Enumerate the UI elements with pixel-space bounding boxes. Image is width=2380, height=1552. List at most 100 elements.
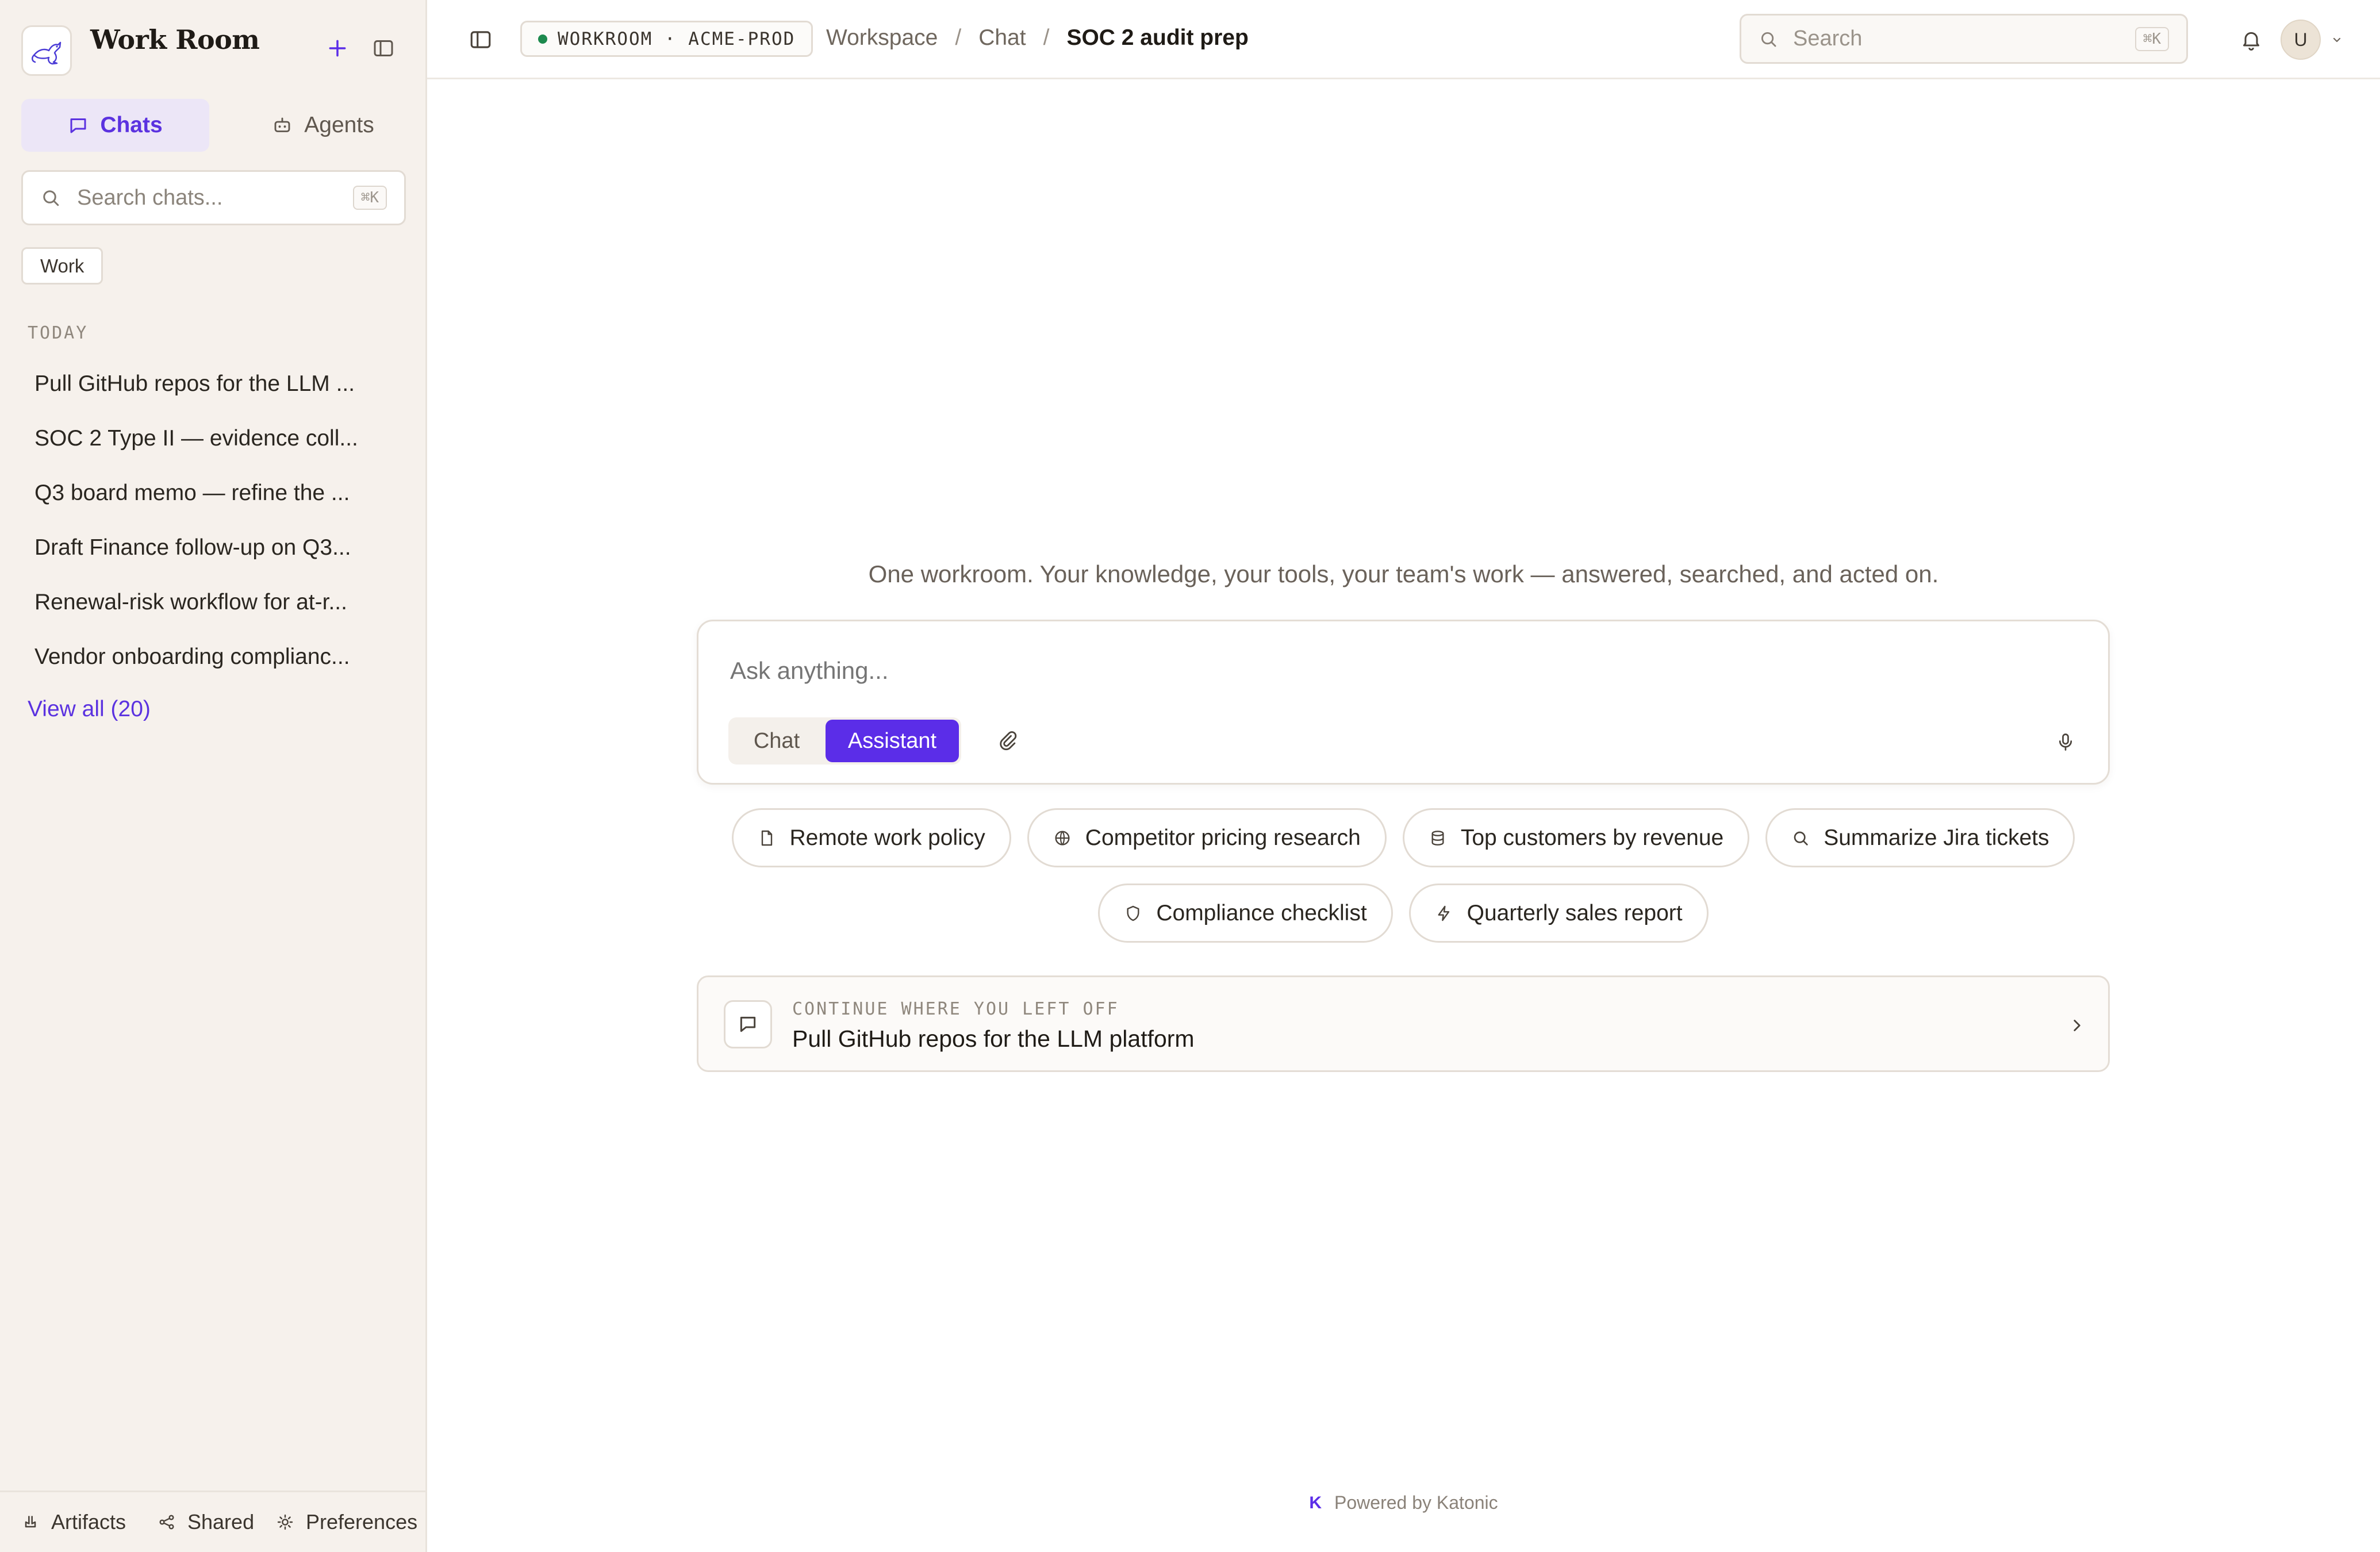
breadcrumb-chat[interactable]: Chat: [978, 25, 1026, 51]
app-title: Work Room: [90, 24, 260, 55]
bell-icon: [2243, 32, 2259, 51]
continue-card[interactable]: CONTINUE WHERE YOU LEFT OFF Pull GitHub …: [697, 975, 2110, 1072]
view-all-chats-link[interactable]: View all (20): [28, 697, 151, 722]
workspace-env-badge[interactable]: WORKROOM · ACME-PROD: [520, 21, 813, 57]
chat-search-placeholder: Search chats...: [77, 185, 223, 210]
suggestion-row: Remote work policy Competitor pricing re…: [697, 808, 2110, 867]
preferences-button[interactable]: Preferences: [276, 1510, 417, 1534]
tab-chats-label: Chats: [100, 113, 163, 137]
user-avatar[interactable]: U: [2281, 20, 2321, 60]
chat-list-item[interactable]: Pull GitHub repos for the LLM ...: [21, 356, 406, 411]
filter-chip-work[interactable]: Work: [21, 247, 103, 285]
katonic-logo-icon: K: [1309, 1493, 1322, 1512]
tab-agents-label: Agents: [304, 113, 374, 137]
kangaroo-logo-icon: [32, 41, 62, 65]
sidebar-tabs: Chats Agents: [21, 99, 406, 152]
chat-search-input[interactable]: Search chats... ⌘K: [21, 170, 406, 225]
chevron-down-icon: [2333, 37, 2341, 43]
chat-list-item[interactable]: Draft Finance follow-up on Q3...: [21, 520, 406, 575]
chat-list-item[interactable]: Vendor onboarding complianc...: [21, 629, 406, 684]
microphone-icon: [2059, 733, 2072, 751]
chat-bubble-icon: [70, 118, 86, 133]
breadcrumb-separator: /: [1043, 25, 1050, 50]
continue-card-icon-box: [724, 1000, 772, 1048]
document-icon: [761, 830, 772, 846]
chat-list: Pull GitHub repos for the LLM ... SOC 2 …: [21, 356, 406, 684]
tab-agents[interactable]: Agents: [240, 99, 406, 152]
artifacts-button[interactable]: Artifacts: [21, 1510, 126, 1534]
sidebar-panel-icon: [374, 40, 393, 56]
preferences-label: Preferences: [306, 1510, 418, 1534]
mode-assistant-button[interactable]: Assistant: [826, 720, 959, 762]
suggestion-chip[interactable]: Remote work policy: [731, 808, 1011, 867]
voice-input-button[interactable]: [2049, 726, 2082, 758]
breadcrumb-workspace[interactable]: Workspace: [826, 25, 938, 51]
notifications-button[interactable]: [2232, 21, 2270, 59]
suggestion-chips: Remote work policy Competitor pricing re…: [697, 808, 2110, 959]
attach-button[interactable]: [992, 725, 1024, 757]
breadcrumb-separator: /: [955, 25, 962, 50]
suggestion-label: Quarterly sales report: [1467, 900, 1683, 925]
suggestion-chip[interactable]: Compliance checklist: [1098, 883, 1393, 943]
continue-card-kicker: CONTINUE WHERE YOU LEFT OFF: [792, 999, 1119, 1019]
search-icon: [1761, 32, 1776, 47]
shield-icon: [1127, 905, 1139, 921]
plus-icon: [329, 40, 346, 57]
globe-icon: [1055, 830, 1070, 846]
suggestion-row: Compliance checklist Quarterly sales rep…: [697, 883, 2110, 943]
sun-gear-icon: [277, 1514, 293, 1530]
powered-by-text: Powered by Katonic: [1334, 1492, 1498, 1513]
search-icon: [43, 190, 59, 206]
mode-chat-button[interactable]: Chat: [731, 720, 823, 762]
env-label: WORKROOM · ACME-PROD: [558, 28, 796, 49]
shared-button[interactable]: Shared: [158, 1510, 254, 1534]
top-bar: WORKROOM · ACME-PROD Workspace / Chat / …: [427, 0, 2380, 79]
bot-icon: [274, 117, 290, 132]
breadcrumb: Workspace / Chat / SOC 2 audit prep: [826, 25, 1249, 51]
search-icon: [1794, 831, 1808, 846]
suggestion-chip[interactable]: Summarize Jira tickets: [1765, 808, 2075, 867]
sidebar-footer: Artifacts Shared Preferences: [0, 1490, 425, 1552]
global-search-placeholder: Search: [1793, 26, 1863, 51]
suggestion-label: Competitor pricing research: [1085, 825, 1361, 850]
suggestion-label: Summarize Jira tickets: [1824, 825, 2049, 850]
prompt-input[interactable]: [730, 657, 2052, 685]
powered-by-footer: K Powered by Katonic: [427, 1492, 2380, 1513]
chat-bubble-icon: [740, 1016, 756, 1032]
suggestion-label: Remote work policy: [789, 825, 985, 850]
shortcut-badge: ⌘K: [352, 186, 387, 210]
sidebar: Work Room Chats Agents Search chats... ⌘…: [0, 0, 427, 1552]
app-window: Work Room Chats Agents Search chats... ⌘…: [0, 0, 2380, 1552]
mode-toggle: Chat Assistant: [728, 717, 961, 765]
welcome-tagline: One workroom. Your knowledge, your tools…: [868, 560, 1939, 587]
chevron-right-icon: [2074, 1020, 2080, 1031]
suggestion-chip[interactable]: Top customers by revenue: [1402, 808, 1750, 867]
sidebar-header: Work Room: [21, 23, 404, 76]
database-icon: [1431, 830, 1444, 846]
section-label-today: TODAY: [28, 323, 89, 343]
toggle-sidebar-button[interactable]: [462, 21, 500, 59]
suggestion-chip[interactable]: Competitor pricing research: [1027, 808, 1387, 867]
artifacts-label: Artifacts: [51, 1510, 126, 1534]
share-icon: [159, 1515, 174, 1530]
sidebar-panel-icon: [470, 31, 491, 48]
paperclip-icon: [1000, 731, 1017, 751]
tab-chats[interactable]: Chats: [21, 99, 209, 152]
account-menu-button[interactable]: [2327, 30, 2347, 49]
shared-label: Shared: [187, 1510, 255, 1534]
new-chat-button[interactable]: [320, 31, 355, 66]
collapse-sidebar-button[interactable]: [366, 31, 401, 66]
chat-list-item[interactable]: Q3 board memo — refine the ...: [21, 466, 406, 520]
artifact-icon: [25, 1516, 36, 1528]
global-search-input[interactable]: Search ⌘K: [1740, 14, 2188, 64]
chat-list-item[interactable]: Renewal-risk workflow for at-r...: [21, 575, 406, 629]
chat-composer: Chat Assistant: [697, 620, 2110, 785]
app-logo[interactable]: [21, 25, 72, 76]
chat-list-item[interactable]: SOC 2 Type II — evidence coll...: [21, 411, 406, 466]
continue-card-arrow: [2061, 1009, 2093, 1042]
suggestion-label: Compliance checklist: [1156, 900, 1367, 925]
status-dot: [538, 34, 547, 44]
continue-card-title: Pull GitHub repos for the LLM platform: [792, 1025, 1195, 1052]
suggestion-label: Top customers by revenue: [1460, 825, 1724, 850]
suggestion-chip[interactable]: Quarterly sales report: [1408, 883, 1709, 943]
